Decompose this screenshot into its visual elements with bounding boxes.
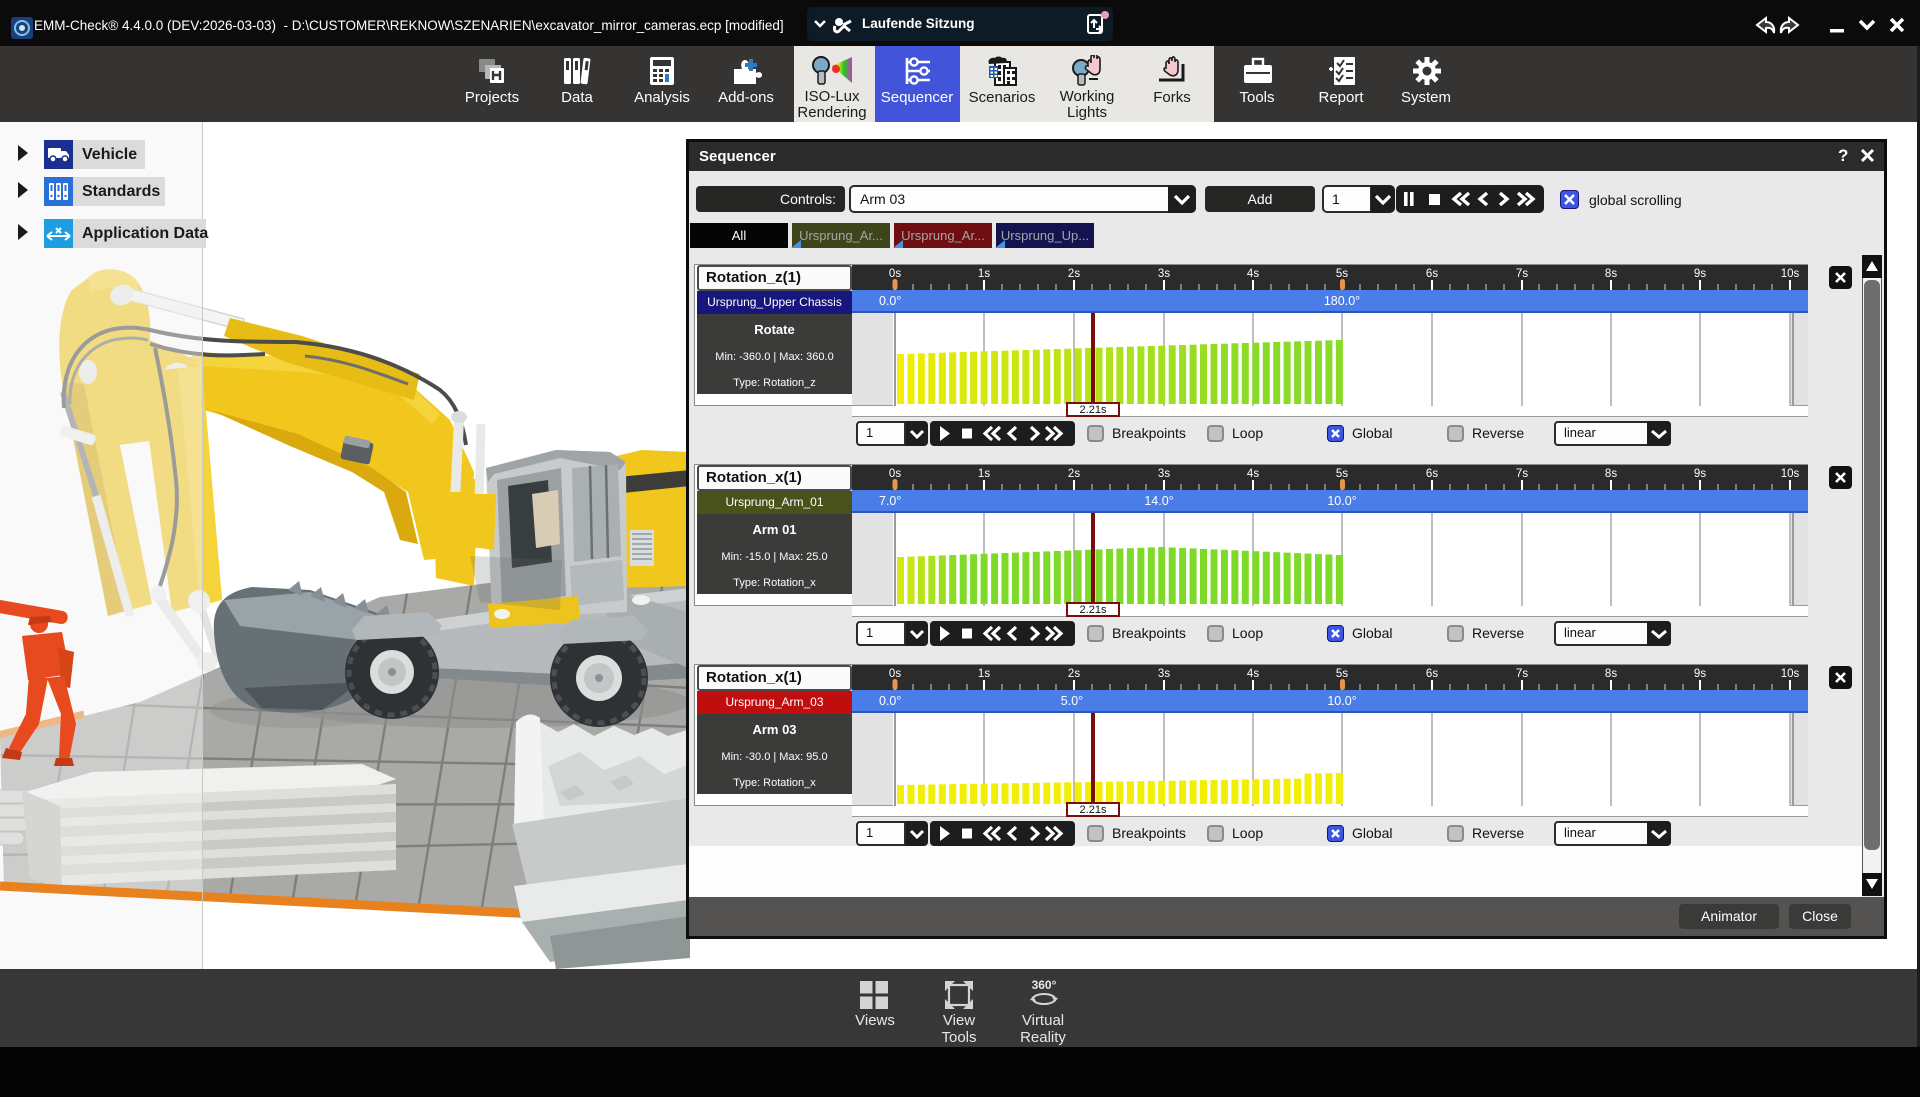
- svg-text:9s: 9s: [1694, 668, 1706, 680]
- svg-text:3s: 3s: [1158, 668, 1170, 680]
- svg-text:8s: 8s: [1605, 668, 1617, 680]
- svg-text:10s: 10s: [1781, 268, 1800, 280]
- svg-text:4s: 4s: [1247, 668, 1259, 680]
- svg-text:0s: 0s: [889, 468, 901, 480]
- svg-text:4s: 4s: [1247, 268, 1259, 280]
- svg-text:4s: 4s: [1247, 468, 1259, 480]
- svg-text:9s: 9s: [1694, 468, 1706, 480]
- svg-text:7s: 7s: [1516, 268, 1528, 280]
- svg-text:6s: 6s: [1426, 268, 1438, 280]
- svg-text:5s: 5s: [1336, 668, 1348, 680]
- svg-text:3s: 3s: [1158, 268, 1170, 280]
- svg-text:9s: 9s: [1694, 268, 1706, 280]
- svg-text:0s: 0s: [889, 268, 901, 280]
- svg-text:6s: 6s: [1426, 468, 1438, 480]
- svg-text:8s: 8s: [1605, 468, 1617, 480]
- svg-text:8s: 8s: [1605, 268, 1617, 280]
- svg-text:2s: 2s: [1068, 468, 1080, 480]
- svg-text:0s: 0s: [889, 668, 901, 680]
- svg-text:5s: 5s: [1336, 468, 1348, 480]
- svg-text:6s: 6s: [1426, 668, 1438, 680]
- svg-text:5s: 5s: [1336, 268, 1348, 280]
- svg-text:10s: 10s: [1781, 668, 1800, 680]
- svg-text:7s: 7s: [1516, 468, 1528, 480]
- svg-text:1s: 1s: [978, 268, 990, 280]
- svg-text:2s: 2s: [1068, 668, 1080, 680]
- svg-text:2s: 2s: [1068, 268, 1080, 280]
- svg-text:360°: 360°: [1032, 978, 1057, 992]
- svg-text:1s: 1s: [978, 668, 990, 680]
- svg-text:7s: 7s: [1516, 668, 1528, 680]
- svg-text:3s: 3s: [1158, 468, 1170, 480]
- svg-text:1s: 1s: [978, 468, 990, 480]
- svg-text:10s: 10s: [1781, 468, 1800, 480]
